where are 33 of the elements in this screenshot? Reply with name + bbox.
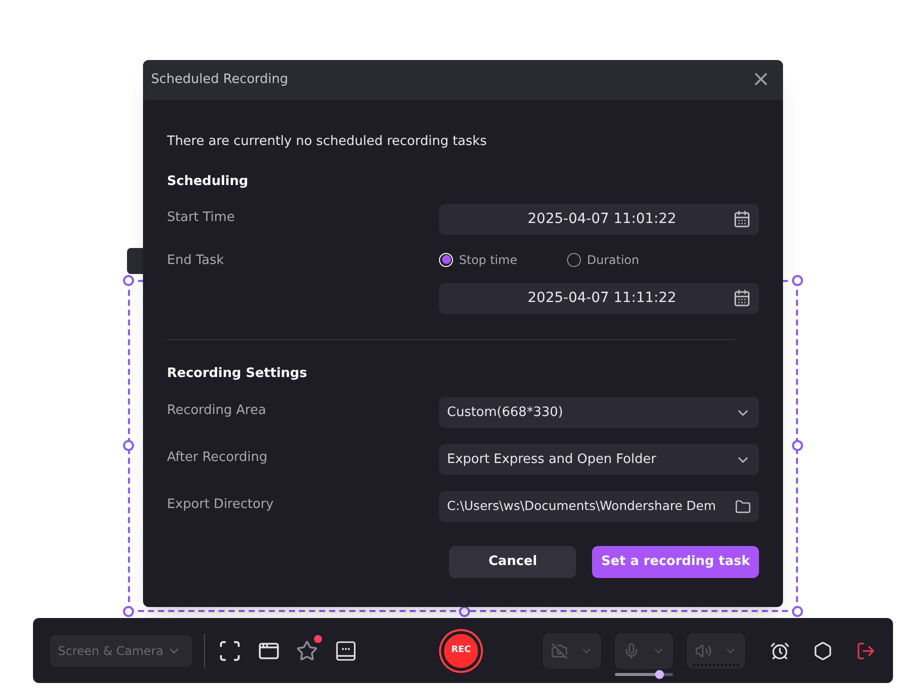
volume-slider[interactable] <box>614 672 673 676</box>
region-capture-icon[interactable] <box>218 638 242 662</box>
path-field[interactable]: C:\Users\ws\Documents\Wondershare Dem <box>439 491 759 522</box>
window-title: Scheduled Recording <box>151 71 290 90</box>
exit-icon[interactable] <box>856 640 876 660</box>
section-heading: Recording Settings <box>167 364 308 382</box>
settings-icon[interactable] <box>812 640 832 660</box>
field-label: Export Directory <box>167 496 275 514</box>
field-label: After Recording <box>167 449 268 467</box>
keyboard-icon[interactable] <box>334 640 356 662</box>
camera-off-icon <box>550 642 568 660</box>
calendar-icon[interactable] <box>733 210 751 228</box>
input-field[interactable]: 2025-04-07 11:11:22 <box>439 282 759 314</box>
input-field[interactable]: 2025-04-07 11:01:22 <box>439 204 759 234</box>
status-message: There are currently no scheduled recording tasks <box>167 133 488 151</box>
field-label: Start Time <box>167 208 236 226</box>
folder-icon[interactable] <box>735 498 751 514</box>
section-heading: Scheduling <box>167 173 250 191</box>
dropdown[interactable]: Custom(668*330) <box>439 397 759 428</box>
field-label: Recording Area <box>167 402 268 420</box>
radio-option[interactable]: Duration <box>567 250 667 268</box>
field-label: End Task <box>167 252 225 270</box>
close-button[interactable]: × <box>747 69 775 91</box>
alarm-clock-icon[interactable] <box>770 640 790 660</box>
cancel-button[interactable]: Cancel <box>449 546 576 578</box>
speaker-icon <box>694 642 712 660</box>
submit-button[interactable]: Set a recording task <box>592 546 759 578</box>
dropdown[interactable]: Export Express and Open Folder <box>439 444 759 475</box>
slider-thumb[interactable] <box>654 670 664 678</box>
radio-option[interactable]: Stop time <box>439 250 539 268</box>
effects-icon[interactable] <box>296 640 318 662</box>
calendar-icon[interactable] <box>733 289 751 307</box>
record-button[interactable]: REC <box>441 630 481 670</box>
